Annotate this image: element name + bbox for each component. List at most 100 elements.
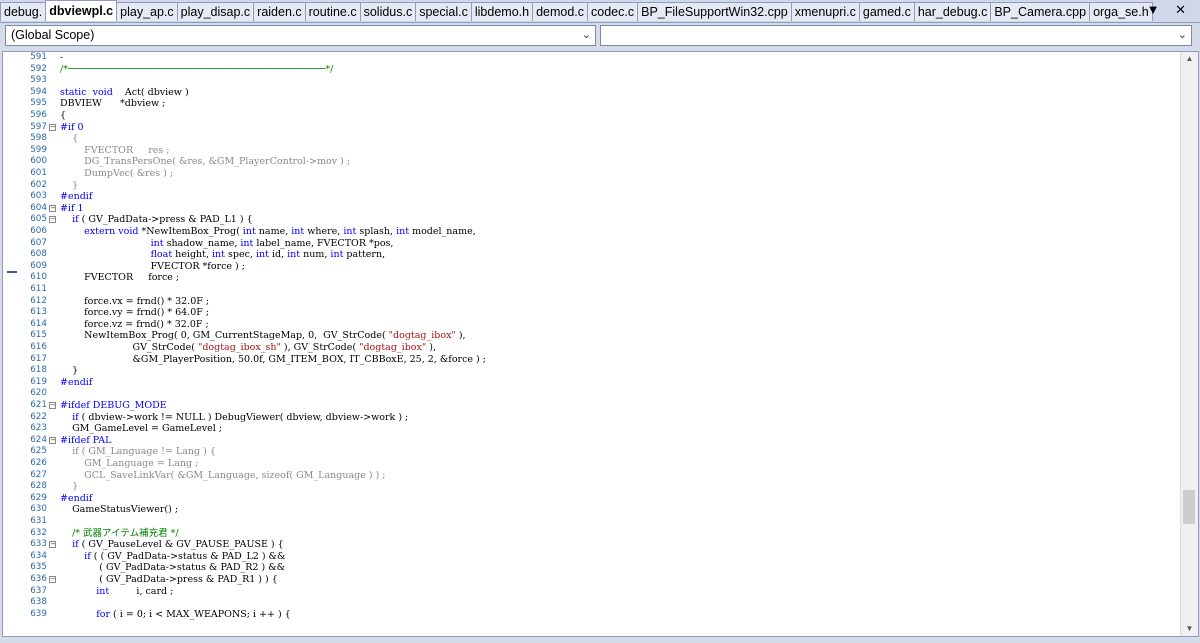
tab-codec-c[interactable]: codec.c [587, 2, 639, 21]
line-number: 598 [30, 133, 47, 144]
code-text: #ifdef DEBUG_MODE [60, 400, 167, 411]
line-number: 607 [30, 237, 47, 248]
tab-bp-camera-cpp[interactable]: BP_Camera.cpp [990, 2, 1091, 21]
line-number: 635 [30, 562, 47, 573]
code-text: if ( dbview->work != NULL ) DebugViewer(… [60, 412, 408, 424]
tab-libdemo-h[interactable]: libdemo.h [470, 2, 534, 21]
scroll-down-icon[interactable]: ▼ [1181, 622, 1198, 636]
fold-toggle-icon[interactable]: − [49, 576, 56, 583]
code-token: static [60, 86, 87, 98]
code-text: force.vy = frnd() * 64.0F ; [60, 307, 210, 319]
line-number: 603 [30, 191, 47, 202]
code-text: force.vz = frnd() * 32.0F ; [60, 318, 209, 330]
line-number: 608 [30, 249, 47, 260]
code-text: DG_TransPersOne( &res, &GM_PlayerControl… [60, 156, 351, 168]
code-text: FVECTOR res ; [60, 144, 170, 156]
tab-list-dropdown-icon[interactable]: ▼ [1147, 2, 1166, 17]
scroll-up-icon[interactable]: ▲ [1181, 52, 1198, 66]
tab-gamed-c[interactable]: gamed.c [858, 2, 915, 21]
code-text: FVECTOR force ; [60, 272, 180, 284]
line-number: 593 [30, 75, 47, 86]
code-text: /* 武器アイテム補充君 */ [60, 527, 179, 539]
code-token: GV_StrCode( [60, 342, 198, 353]
code-text: } [60, 179, 79, 191]
tab-play-disap-c[interactable]: play_disap.c [176, 2, 255, 21]
line-number: 623 [30, 423, 47, 434]
tab-xmenupri-c[interactable]: xmenupri.c [790, 2, 860, 21]
code-text: GameStatusViewer() ; [60, 504, 179, 516]
code-text: &GM_PlayerPosition, 50.0f, GM_ITEM_BOX, … [60, 353, 486, 365]
tab-bp-filesupportwin32-cpp[interactable]: BP_FileSupportWin32.cpp [637, 2, 792, 21]
line-number: 637 [30, 585, 47, 596]
line-number: 638 [30, 597, 47, 608]
vertical-scrollbar[interactable]: ▲ ▼ [1180, 52, 1198, 636]
code-token: ), [455, 330, 466, 342]
code-token: int [96, 585, 110, 597]
scope-select[interactable]: (Global Scope) ⌄ [5, 25, 596, 46]
code-text: if ( GM_Language != Lang ) { [60, 446, 216, 458]
code-token: pattern, [343, 249, 386, 261]
code-text: static void Act( dbview ) [60, 87, 189, 99]
fold-toggle-icon[interactable]: − [49, 216, 56, 224]
chevron-down-icon: ⌄ [581, 29, 591, 41]
tab-dbviewpl-c[interactable]: dbviewpl.c [45, 0, 118, 21]
code-text: float height, int spec, int id, int num,… [60, 249, 386, 261]
line-number: 624 [30, 434, 47, 445]
code-token: shadow_name, [163, 237, 241, 249]
code-token: i, card ; [109, 585, 174, 597]
code-editor[interactable]: 591 - 592 /*───────────────────────────────… [2, 51, 1199, 637]
code-token: spec, [224, 249, 256, 261]
code-token: NewItemBox_Prog( 0, GM_CurrentStageMap, … [60, 330, 389, 342]
tab-har-debug-c[interactable]: har_debug.c [913, 2, 992, 21]
code-text: GM_GameLevel = GameLevel ; [60, 423, 223, 435]
code-token: Act( dbview ) [112, 86, 189, 98]
code-token: num, [300, 249, 331, 261]
code-text: { [60, 133, 79, 145]
tab-raiden-c[interactable]: raiden.c [253, 2, 306, 21]
tab-special-c[interactable]: special.c [415, 2, 472, 21]
code-text: { [60, 110, 67, 121]
close-tab-icon[interactable]: ✕ [1175, 2, 1192, 17]
fold-toggle-icon[interactable]: − [49, 402, 56, 409]
code-text: #if 0 [60, 121, 84, 133]
fold-toggle-icon[interactable]: − [49, 123, 56, 131]
line-number: 616 [30, 342, 47, 352]
code-text: #endif [60, 492, 93, 504]
code-token: int [287, 249, 301, 261]
line-number: 613 [30, 307, 47, 318]
code-token: int [150, 237, 164, 249]
code-token: label_name, FVECTOR *pos, [253, 237, 394, 249]
tab-orga-se-h[interactable]: orga_se.h [1089, 2, 1153, 21]
fold-toggle-icon[interactable]: − [49, 541, 56, 549]
code-text: for ( i = 0; i < MAX_WEAPONS; i ++ ) { [60, 609, 291, 621]
tab-debug[interactable]: debug. [0, 2, 47, 21]
code-token: void [92, 86, 113, 98]
chevron-down-icon: ⌄ [1177, 29, 1187, 41]
code-token: ), GV_StrCode( [280, 342, 360, 353]
line-number: 633 [30, 539, 47, 550]
code-text: #endif [60, 376, 93, 388]
tab-play-ap-c[interactable]: play_ap.c [116, 2, 178, 21]
scrollbar-thumb[interactable] [1183, 490, 1195, 524]
tab-solidus-c[interactable]: solidus.c [359, 2, 417, 21]
code-text: #endif [60, 191, 93, 203]
code-token: ( dbview->work != NULL ) DebugViewer( db… [78, 411, 409, 423]
code-text: ( GV_PadData->status & PAD_R2 ) && [60, 562, 286, 574]
fold-toggle-icon[interactable]: − [49, 436, 56, 444]
line-number: 612 [30, 295, 47, 306]
line-number: 626 [30, 458, 47, 468]
line-number: 617 [30, 353, 47, 364]
fold-toggle-icon[interactable]: − [49, 204, 56, 212]
tab-routine-c[interactable]: routine.c [304, 2, 361, 21]
line-number: 618 [30, 365, 47, 376]
code-text: force.vx = frnd() * 32.0F ; [60, 295, 210, 307]
function-select[interactable]: ⌄ [600, 25, 1192, 46]
code-token: splash, [356, 226, 397, 237]
code-token: ( i = 0; i < MAX_WEAPONS; i ++ ) { [110, 608, 291, 620]
tab-demod-c[interactable]: demod.c [532, 2, 589, 21]
line-number: 636 [30, 574, 47, 584]
